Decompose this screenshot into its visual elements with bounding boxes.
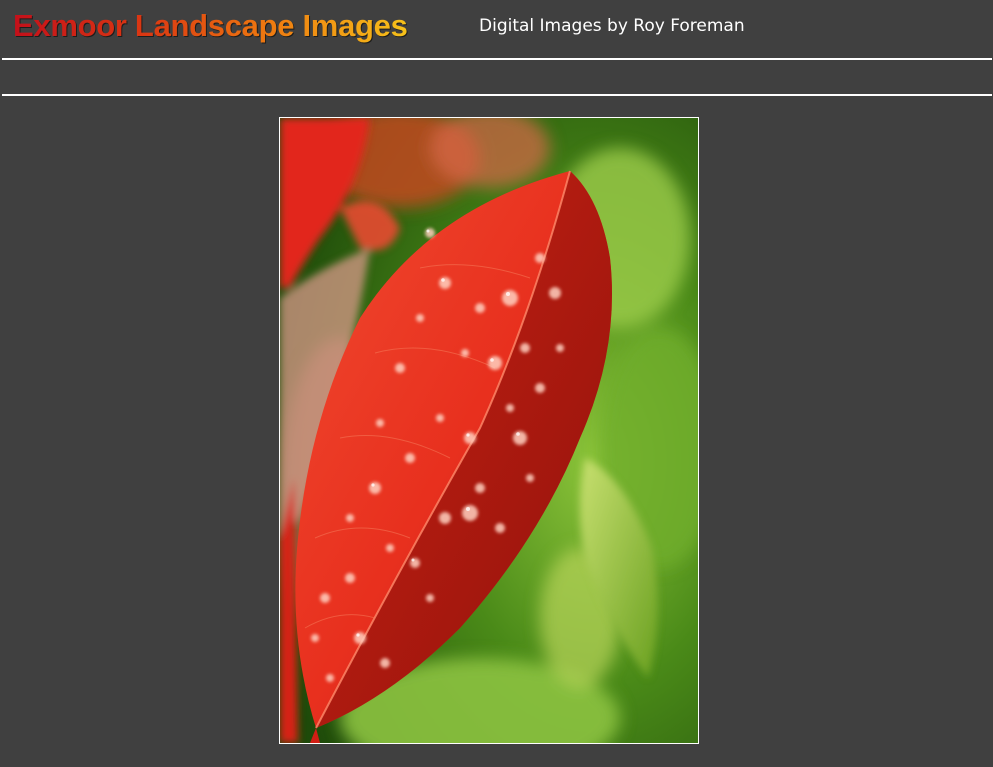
page: Exmoor Landscape Images Digital Images b… — [0, 0, 993, 767]
photo-frame — [279, 117, 699, 744]
site-subtitle: Digital Images by Roy Foreman — [479, 16, 745, 36]
nav-divider — [2, 94, 992, 96]
site-header: Exmoor Landscape Images Digital Images b… — [0, 0, 993, 58]
site-title[interactable]: Exmoor Landscape Images — [13, 8, 408, 44]
nav-bar — [0, 60, 993, 94]
leaf-photo — [280, 118, 698, 743]
